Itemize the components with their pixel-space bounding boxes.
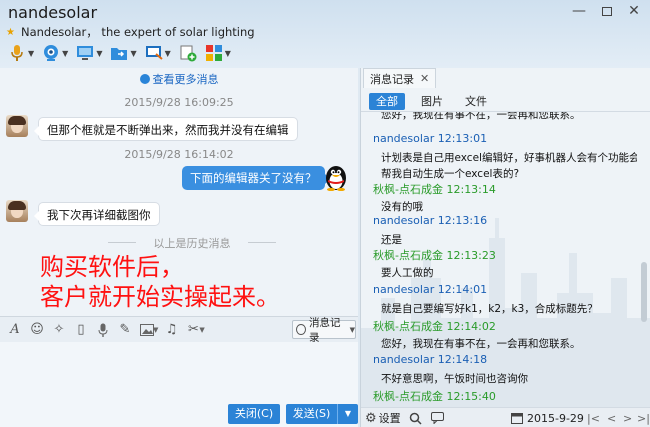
message-bubble-incoming: 但那个框就是不断弹出来，然而我并没有在编辑 [34,117,298,141]
avatar[interactable] [6,200,28,222]
microphone-icon [8,44,26,62]
add-contact-icon [179,44,197,62]
message-bubble-incoming: 我下次再详细截图你 [34,202,160,226]
avatar[interactable] [6,115,28,137]
chevron-down-icon: ▼ [130,48,137,58]
message-bubble-outgoing: 下面的编辑器关了没有？ [182,166,329,190]
shake-icon[interactable]: ▯ [70,319,92,341]
maximize-button[interactable] [593,0,621,22]
star-icon: ★ [6,26,15,38]
overlay-caption: 购买软件后， 客户就开始实操起来。 [40,252,280,312]
history-message-header: 秋枫-点石成金 12:15:40 [373,390,496,402]
apps-grid-icon [205,44,223,62]
chevron-down-icon: ▼ [349,325,355,334]
send-button[interactable]: 发送(S) ▼ [286,404,358,424]
history-message-header: 秋枫-点石成金 12:14:02 [373,320,496,333]
signature-text: Nandesolar， the expert of solar lighting [20,25,255,39]
search-icon [409,412,422,425]
last-page-icon[interactable]: >| [637,410,650,426]
webcam-icon [42,44,60,62]
font-icon[interactable]: A [4,319,26,341]
tab-message-history[interactable]: 消息记录 ✕ [363,68,437,88]
clock-icon [139,74,150,84]
penguin-avatar-icon[interactable] [323,163,349,192]
filter-tab-all[interactable]: 全部 [369,93,405,110]
maximize-icon [602,6,612,16]
close-chat-button[interactable]: 关闭(C) [228,404,280,424]
close-icon[interactable]: ✕ [420,72,429,85]
message-history-button[interactable]: 消息记录 ▼ [292,317,356,344]
overlay-caption-line: 购买软件后， [40,253,184,281]
history-divider: 以上是历史消息 [108,235,276,251]
history-message-header: nandesolar 12:13:01 [373,132,488,145]
overlay-caption-line: 客户就开始实操起来。 [40,283,280,311]
window-title: nandesolar [8,3,98,22]
music-icon[interactable]: ♫ [160,319,182,341]
filter-tab-images[interactable]: 图片 [415,93,449,110]
voice-message-icon[interactable] [92,319,114,341]
history-message-list[interactable]: 您好，我现在有事不在，一会再和您联系。 nandesolar 12:13:01 … [361,112,637,402]
send-file-button[interactable]: ▼ [110,41,137,65]
remote-desktop-button[interactable]: ▼ [145,41,171,65]
chevron-down-icon[interactable]: ▼ [338,404,358,424]
search-history-button[interactable] [409,410,422,426]
history-message-header: nandesolar 12:14:01 [373,283,488,296]
history-message-header: nandesolar 12:14:18 [373,353,488,366]
minimize-button[interactable]: — [565,0,593,22]
close-window-button[interactable]: ✕ [620,0,648,22]
edit-icon[interactable]: ✎ [114,319,136,341]
view-more-messages-link[interactable]: 查看更多消息 [0,71,358,87]
remote-desktop-icon [145,44,163,62]
calendar-date-picker[interactable]: 2015-9-29 [511,410,584,426]
history-filter-tabs: 全部 图片 文件 [361,90,650,112]
history-footer: ⚙ 设置 2015-9-29 |< < > >| [361,407,650,427]
chevron-down-icon: ▼ [62,48,69,58]
chat-bubble-icon[interactable] [431,410,444,426]
apps-button[interactable]: ▼ [205,41,231,65]
history-message-header: nandesolar 12:13:16 [373,214,488,227]
video-call-button[interactable]: ▼ [42,41,68,65]
contact-signature: ★ Nandesolar， the expert of solar lighti… [6,24,255,40]
history-message-header: 秋枫-点石成金 12:13:23 [373,249,496,262]
add-contact-button[interactable] [179,41,197,65]
chevron-down-icon: ▼ [28,48,35,58]
message-input[interactable] [0,342,358,402]
folder-send-icon [110,44,128,62]
calendar-icon [511,413,523,424]
message-timestamp: 2015/9/28 16:14:02 [124,148,234,161]
history-message-header: 秋枫-点石成金 12:13:14 [373,183,496,196]
chat-toolbar: ▼ ▼ ▼ ▼ ▼ ▼ [0,40,300,66]
gear-icon: ⚙ [365,410,377,426]
clock-icon [296,324,307,335]
history-panel: 消息记录 ✕ 全部 图片 文件 您好，我现在有事不在，一会再和您联系。 nand… [360,68,650,427]
voice-call-button[interactable]: ▼ [8,41,34,65]
first-page-icon[interactable]: |< [587,410,600,426]
filter-tab-files[interactable]: 文件 [459,93,493,110]
chevron-down-icon[interactable]: ▼ [153,326,158,334]
chevron-down-icon[interactable]: ▼ [199,326,204,334]
screen-share-button[interactable]: ▼ [76,41,102,65]
chevron-down-icon: ▼ [224,48,231,58]
message-timestamp: 2015/9/28 16:09:25 [124,96,234,109]
settings-button[interactable]: ⚙ 设置 [365,410,401,426]
history-scrollbar[interactable] [639,112,649,402]
screen-share-icon [76,44,94,62]
chevron-down-icon: ▼ [96,48,103,58]
chat-area[interactable]: 查看更多消息 2015/9/28 16:09:25 但那个框就是不断弹出来，然而… [0,68,358,316]
next-page-icon[interactable]: > [623,410,632,426]
magic-wand-icon[interactable]: ✧ [48,319,70,341]
emoji-icon[interactable]: ☺ [26,319,48,341]
prev-page-icon[interactable]: < [607,410,616,426]
scrollbar-thumb[interactable] [641,262,647,322]
title-bar: nandesolar ★ Nandesolar， the expert of s… [0,0,650,68]
chevron-down-icon: ▼ [164,48,171,58]
